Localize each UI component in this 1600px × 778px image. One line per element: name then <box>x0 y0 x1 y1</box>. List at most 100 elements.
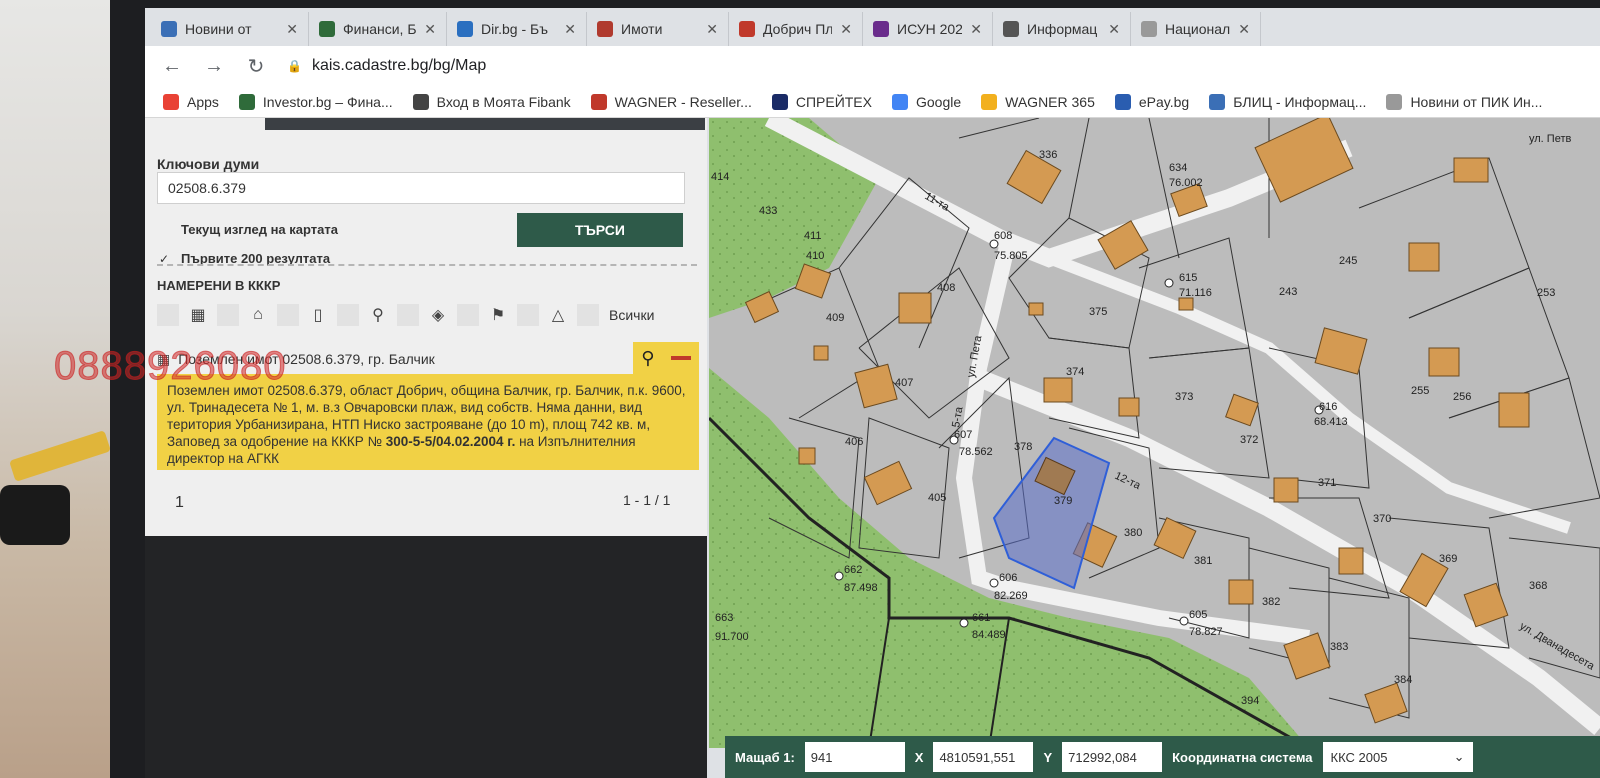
svg-text:616: 616 <box>1319 401 1337 413</box>
scale-input[interactable]: 941 <box>804 742 905 772</box>
bookmark-item[interactable]: Investor.bg – Фина... <box>238 93 393 110</box>
browser-tab[interactable]: Новини от ✕ <box>151 12 309 46</box>
close-icon[interactable]: ✕ <box>564 21 576 38</box>
svg-text:374: 374 <box>1066 366 1084 378</box>
svg-text:371: 371 <box>1318 477 1336 489</box>
svg-text:615: 615 <box>1179 272 1197 284</box>
bookmark-item[interactable]: ePay.bg <box>1114 93 1189 110</box>
reload-icon[interactable]: ↻ <box>245 54 267 79</box>
svg-text:608: 608 <box>994 230 1012 242</box>
svg-text:380: 380 <box>1124 527 1142 539</box>
bookmark-item[interactable]: Вход в Моята Fibank <box>412 93 571 110</box>
svg-text:605: 605 <box>1189 609 1207 621</box>
map-canvas[interactable]: 414 433 411 410 409 408 407 406 405 336 … <box>709 118 1600 748</box>
search-icon[interactable]: ⚲ <box>641 348 654 369</box>
svg-text:368: 368 <box>1529 580 1547 592</box>
pin-icon[interactable]: ⚲ <box>363 304 393 326</box>
dashed-divider <box>157 264 697 266</box>
browser-tab[interactable]: Dir.bg - Бъ ✕ <box>447 12 587 46</box>
tab-title: Новини от <box>185 21 252 37</box>
document-icon[interactable]: ▯ <box>303 304 333 326</box>
phone-watermark: 0888926080 <box>53 344 287 389</box>
forward-arrow-icon[interactable]: → <box>203 55 225 78</box>
google-icon <box>891 93 908 110</box>
coord-system-select[interactable]: ККС 2005 ⌄ <box>1322 742 1473 772</box>
svg-text:253: 253 <box>1537 287 1555 299</box>
browser-tab[interactable]: Информац ✕ <box>993 12 1131 46</box>
svg-text:375: 375 <box>1089 306 1107 318</box>
polygon-icon[interactable]: △ <box>543 304 573 326</box>
remove-icon[interactable] <box>670 356 691 360</box>
svg-text:411: 411 <box>804 230 822 242</box>
epay-icon <box>1114 93 1131 110</box>
bookmark-item[interactable]: WAGNER - Reseller... <box>590 93 752 110</box>
svg-text:84.489: 84.489 <box>972 629 1006 641</box>
dobrich-icon <box>739 21 755 37</box>
url-text: kais.cadastre.bg/bg/Map <box>311 57 487 74</box>
address-bar[interactable]: 🔒 kais.cadastre.bg/bg/Map <box>287 57 486 75</box>
svg-text:87.498: 87.498 <box>844 582 878 594</box>
bookmark-item[interactable]: Новини от ПИК Ин... <box>1386 93 1542 110</box>
tab-title: Информац <box>1027 21 1098 37</box>
close-icon[interactable]: ✕ <box>840 21 852 38</box>
filter-swatch <box>517 304 539 326</box>
bookmark-item[interactable]: WAGNER 365 <box>981 93 1095 110</box>
bookmark-item[interactable]: Apps <box>163 93 219 110</box>
investor-icon <box>238 93 255 110</box>
close-icon[interactable]: ✕ <box>970 21 982 38</box>
y-coordinate: 712992,084 <box>1062 742 1163 772</box>
x-label: X <box>914 749 924 765</box>
panel-empty-area <box>145 536 707 778</box>
current-view-option[interactable]: Текущ изглед на картата <box>157 222 338 237</box>
filter-icon-row: ▦ ⌂ ▯ ⚲ ◈ ⚑ △ Всички <box>157 304 654 326</box>
search-button[interactable]: ТЪРСИ <box>517 213 683 247</box>
imoti-icon <box>597 21 613 37</box>
browser-tab[interactable]: Финанси, Б ✕ <box>309 12 447 46</box>
filter-swatch <box>577 304 599 326</box>
bookmark-label: Investor.bg – Фина... <box>262 93 393 110</box>
bookmark-label: WAGNER 365 <box>1005 93 1095 110</box>
current-view-checkbox[interactable] <box>157 223 171 237</box>
scale-label: Мащаб 1: <box>735 749 795 765</box>
close-icon[interactable]: ✕ <box>286 21 298 38</box>
layers-icon[interactable]: ◈ <box>423 304 453 326</box>
bookmark-item[interactable]: Google <box>891 93 962 110</box>
browser-tab[interactable]: Имоти ✕ <box>587 12 729 46</box>
svg-text:82.269: 82.269 <box>994 590 1028 602</box>
page-number[interactable]: 1 <box>175 494 184 512</box>
bookmark-label: Google <box>915 93 962 110</box>
close-icon[interactable]: ✕ <box>424 21 436 38</box>
svg-text:662: 662 <box>844 564 862 576</box>
browser-tab[interactable]: Национал ✕ <box>1131 12 1261 46</box>
browser-tab[interactable]: ИСУН 2020 ✕ <box>863 12 993 46</box>
tab-title: Финанси, Б <box>343 21 417 37</box>
svg-text:414: 414 <box>711 171 729 183</box>
svg-text:91.700: 91.700 <box>715 631 749 643</box>
home-icon[interactable]: ⌂ <box>243 304 273 326</box>
svg-text:606: 606 <box>999 572 1017 584</box>
svg-text:661: 661 <box>972 612 990 624</box>
close-icon[interactable]: ✕ <box>1108 21 1120 38</box>
tab-title: Dir.bg - Бъ <box>481 21 548 37</box>
bookmark-item[interactable]: БЛИЦ - Информац... <box>1209 93 1366 110</box>
grid-icon[interactable]: ▦ <box>183 304 213 326</box>
bookmark-item[interactable]: СПРЕЙТЕХ <box>771 93 872 110</box>
svg-text:433: 433 <box>759 205 777 217</box>
cadastre-map[interactable]: 414 433 411 410 409 408 407 406 405 336 … <box>709 118 1600 748</box>
isun-icon <box>873 21 889 37</box>
current-view-label: Текущ изглед на картата <box>181 222 338 237</box>
lock-icon: 🔒 <box>287 59 302 73</box>
flag-icon[interactable]: ⚑ <box>483 304 513 326</box>
close-icon[interactable]: ✕ <box>1238 21 1250 38</box>
keywords-input[interactable] <box>157 172 685 204</box>
svg-text:78.562: 78.562 <box>959 446 993 458</box>
back-arrow-icon[interactable]: ← <box>161 55 183 78</box>
svg-text:407: 407 <box>895 377 913 389</box>
browser-tab[interactable]: Добрич Пл ✕ <box>729 12 863 46</box>
all-filter-label[interactable]: Всички <box>609 307 654 323</box>
tab-strip: Новини от ✕ Финанси, Б ✕ Dir.bg - Бъ ✕ Имоти ✕ Д… <box>145 8 1600 46</box>
svg-text:68.413: 68.413 <box>1314 416 1348 428</box>
monitor-bezel <box>110 0 150 778</box>
pik-icon <box>1386 93 1403 110</box>
close-icon[interactable]: ✕ <box>706 21 718 38</box>
